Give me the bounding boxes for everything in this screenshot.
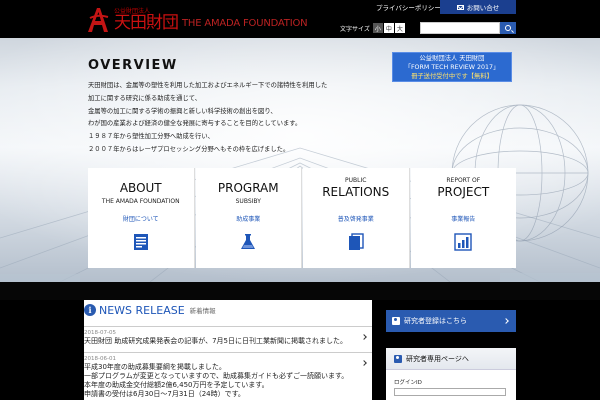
logo-name-en: THE AMADA FOUNDATION xyxy=(182,18,308,29)
overview-line: １９８７年から塑性加工分野へ助成を行い、 xyxy=(88,133,214,141)
user-icon xyxy=(394,354,402,363)
card-about[interactable]: ABOUT THE AMADA FOUNDATION 財団について xyxy=(88,168,195,268)
contact-label: お問い合せ xyxy=(466,4,500,12)
user-icon xyxy=(392,317,400,325)
overview-title: OVERVIEW xyxy=(88,58,178,73)
section-divider xyxy=(0,282,600,300)
promo-line-2: 「FORM TECH REVIEW 2017」 xyxy=(404,64,500,71)
researcher-page-header[interactable]: 研究者専用ページへ xyxy=(386,348,516,370)
font-size-label: 文字サイズ xyxy=(340,25,370,33)
news-item[interactable]: 2018-07-05 天田財団 助成研究成果発表会の記事が、7月5日に日刊工業新… xyxy=(84,326,372,349)
promo-line-1: 公益財団法人 天田財団 xyxy=(419,55,485,62)
info-icon: i xyxy=(84,304,96,316)
news-date: 2018-06-01 xyxy=(84,356,116,362)
document-chart-icon xyxy=(133,234,148,250)
card-relations[interactable]: PUBLIC RELATIONS 普及啓発事業 xyxy=(303,168,410,268)
search-input[interactable] xyxy=(420,22,500,34)
card-title: REPORT OF PROJECT xyxy=(411,176,517,199)
card-title: ABOUT xyxy=(119,181,162,195)
logo-name-jp: 天田財団 xyxy=(114,13,179,33)
card-program[interactable]: PROGRAM SUBSIBY 助成事業 xyxy=(195,168,302,268)
font-size-small-button[interactable]: 小 xyxy=(372,23,383,33)
font-size-large-button[interactable]: 大 xyxy=(394,23,405,33)
bar-chart-icon xyxy=(454,233,472,251)
news-body: 天田財団 助成研究成果発表会の記事が、7月5日に日刊工業新聞に掲載されました。 xyxy=(84,337,347,345)
card-title-small: PUBLIC xyxy=(345,177,367,184)
overview-line: 金属等の加工に関する学術の振興と新しい科学技術の創出を図り、 xyxy=(88,107,277,115)
flask-icon xyxy=(241,234,256,249)
researcher-sidebar: 研究者登録はこちら 研究者専用ページへ ログインID xyxy=(386,300,516,400)
mail-icon xyxy=(456,4,464,10)
card-title-small: REPORT OF xyxy=(446,177,481,184)
news-body-line: 一部プログラムが変更となっていますので、助成募集ガイドも必ずご一読願います。 xyxy=(84,372,349,380)
overview-description: 天田財団は、金属等の塑性を利用した加工およびエネルギー下での諸特性を利用した 加… xyxy=(88,80,348,157)
overview-line: 天田財団は、金属等の塑性を利用した加工およびエネルギー下での諸特性を利用した xyxy=(88,82,328,89)
researcher-login-box: 研究者専用ページへ ログインID xyxy=(386,348,516,400)
overview-line: わが国の産業および経済の健全な発展に寄与することを目的としています。 xyxy=(88,120,302,128)
news-item[interactable]: 2018-06-01 平成30年度の助成募集要綱を掲載しました。 一部プログラム… xyxy=(84,352,372,400)
contact-button[interactable]: お問い合せ xyxy=(440,0,516,14)
news-body-line: 本年度の助成金交付総額2億6,450万円を予定しています。 xyxy=(84,381,269,389)
book-icon xyxy=(348,233,364,250)
font-size-medium-button[interactable]: 中 xyxy=(383,23,394,33)
card-project[interactable]: REPORT OF PROJECT 事業報告 xyxy=(410,168,517,268)
font-size-selector: 文字サイズ 小 中 大 xyxy=(340,22,405,34)
card-title: PUBLIC RELATIONS xyxy=(303,176,409,199)
card-label-jp: 事業報告 xyxy=(451,216,476,223)
category-cards: ABOUT THE AMADA FOUNDATION 財団について PROGRA… xyxy=(88,168,516,268)
card-title: PROGRAM xyxy=(217,181,279,195)
site-header: 公益財団法人 天田財団 THE AMADA FOUNDATION プライバシーポ… xyxy=(0,0,600,38)
news-subtitle: 新着情報 xyxy=(189,307,216,315)
login-id-input[interactable] xyxy=(394,388,506,396)
researcher-register-button[interactable]: 研究者登録はこちら xyxy=(386,310,516,332)
news-date: 2018-07-05 xyxy=(84,330,116,336)
news-header: i NEWS RELEASE 新着情報 xyxy=(84,303,216,317)
amada-a-logo-icon xyxy=(88,8,109,32)
search-icon xyxy=(505,25,511,31)
search-button[interactable] xyxy=(500,22,516,34)
card-title-main: PROJECT xyxy=(437,185,490,199)
card-label-jp: 財団について xyxy=(122,216,159,223)
form-tech-review-banner[interactable]: 公益財団法人 天田財団 「FORM TECH REVIEW 2017」 冊子送付… xyxy=(392,52,512,82)
news-body-line: 平成30年度の助成募集要綱を掲載しました。 xyxy=(84,363,226,371)
login-id-label: ログインID xyxy=(394,380,422,386)
register-label: 研究者登録はこちら xyxy=(404,317,467,325)
news-release-section: i NEWS RELEASE 新着情報 2018-07-05 天田財団 助成研究… xyxy=(84,300,372,400)
promo-line-3: 冊子送付受付中です【無料】 xyxy=(411,73,493,80)
researcher-page-title: 研究者専用ページへ xyxy=(406,354,469,363)
overview-line: ２００７年からはレーザプロセッシング分野へもその枠を広げました。 xyxy=(88,145,290,153)
news-title: NEWS RELEASE xyxy=(99,303,185,317)
card-label-jp: 助成事業 xyxy=(236,216,261,223)
overview-line: 加工に関する研究に係る助成を通じて、 xyxy=(88,94,202,102)
news-body-line: 申請書の受付は6月30日～7月31日（24時）です。 xyxy=(84,390,245,398)
card-title-main: RELATIONS xyxy=(322,185,390,199)
overview-hero: OVERVIEW 天田財団は、金属等の塑性を利用した加工およびエネルギー下での諸… xyxy=(0,38,600,282)
privacy-policy-link[interactable]: プライバシーポリシー xyxy=(376,2,441,13)
chevron-right-icon xyxy=(503,318,509,324)
card-subtitle: THE AMADA FOUNDATION xyxy=(101,198,180,205)
card-label-jp: 普及啓発事業 xyxy=(337,216,374,223)
card-subtitle: SUBSIBY xyxy=(235,198,261,205)
